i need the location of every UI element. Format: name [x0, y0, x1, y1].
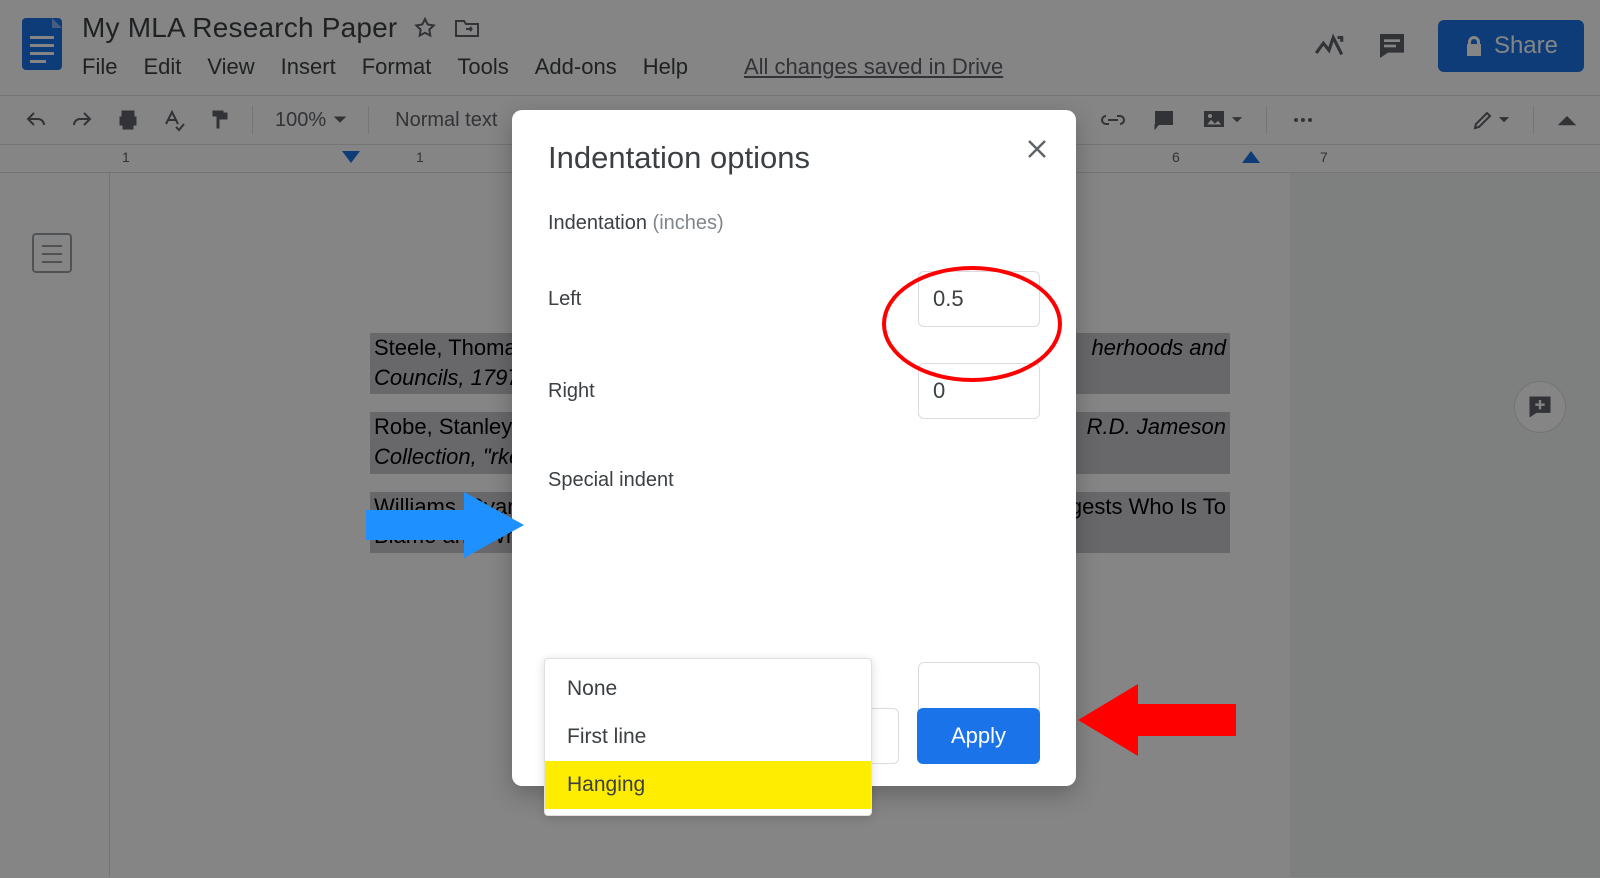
chevron-down-icon	[1499, 115, 1509, 125]
activity-icon[interactable]	[1312, 29, 1346, 63]
insert-link-button[interactable]	[1092, 104, 1134, 136]
chevron-down-icon	[1232, 115, 1242, 125]
menu-format[interactable]: Format	[362, 54, 432, 80]
zoom-value: 100%	[275, 109, 326, 132]
right-indent-marker[interactable]	[1242, 151, 1260, 163]
outline-toggle-icon[interactable]	[32, 233, 72, 273]
spellcheck-button[interactable]	[154, 104, 194, 136]
add-comment-icon	[1526, 393, 1554, 421]
indentation-options-dialog: Indentation options Indentation (inches)…	[512, 110, 1076, 786]
insert-image-button[interactable]	[1194, 104, 1250, 136]
dialog-title: Indentation options	[548, 140, 1040, 176]
special-indent-label: Special indent	[548, 469, 1040, 492]
left-indent-label: Left	[548, 288, 581, 311]
chevron-down-icon	[334, 114, 346, 126]
menu-view[interactable]: View	[207, 54, 254, 80]
close-icon	[1026, 138, 1048, 160]
save-status[interactable]: All changes saved in Drive	[744, 54, 1003, 80]
special-indent-option-firstline[interactable]: First line	[545, 713, 871, 761]
paragraph-style-selector[interactable]: Normal text	[381, 105, 511, 136]
menu-addons[interactable]: Add-ons	[535, 54, 617, 80]
outline-panel	[0, 173, 110, 877]
right-indent-input[interactable]	[918, 363, 1040, 419]
menu-file[interactable]: File	[82, 54, 117, 80]
editing-mode-button[interactable]	[1463, 104, 1517, 136]
apply-button[interactable]: Apply	[917, 708, 1040, 764]
special-indent-option-hanging[interactable]: Hanging	[545, 761, 871, 809]
indentation-section-heading: Indentation (inches)	[548, 212, 1040, 235]
add-comment-button[interactable]	[1514, 381, 1566, 433]
share-button[interactable]: Share	[1438, 20, 1584, 72]
move-icon[interactable]	[453, 16, 481, 40]
left-indent-marker[interactable]	[342, 151, 360, 163]
special-indent-option-none[interactable]: None	[545, 665, 871, 713]
menu-help[interactable]: Help	[643, 54, 688, 80]
ruler-tick: 7	[1320, 149, 1328, 165]
more-button[interactable]	[1283, 104, 1323, 136]
ruler-tick: 1	[416, 149, 424, 165]
comments-icon[interactable]	[1376, 30, 1408, 62]
ruler-tick: 1	[122, 149, 130, 165]
insert-comment-button[interactable]	[1144, 104, 1184, 136]
print-button[interactable]	[108, 104, 148, 136]
menu-edit[interactable]: Edit	[143, 54, 181, 80]
document-title[interactable]: My MLA Research Paper	[82, 12, 397, 44]
redo-button[interactable]	[62, 104, 102, 136]
menu-insert[interactable]: Insert	[281, 54, 336, 80]
close-button[interactable]	[1026, 138, 1048, 160]
special-indent-dropdown[interactable]: None First line Hanging	[544, 658, 872, 816]
docs-logo-icon	[18, 14, 66, 74]
paint-format-button[interactable]	[200, 104, 240, 136]
share-label: Share	[1494, 32, 1558, 60]
undo-button[interactable]	[16, 104, 56, 136]
paragraph-style-value: Normal text	[395, 109, 497, 131]
expand-button[interactable]	[1550, 107, 1584, 133]
ruler-tick: 6	[1172, 149, 1180, 165]
star-icon[interactable]	[413, 16, 437, 40]
menu-tools[interactable]: Tools	[457, 54, 508, 80]
lock-icon	[1464, 35, 1484, 57]
menu-bar: File Edit View Insert Format Tools Add-o…	[82, 54, 1312, 80]
right-indent-label: Right	[548, 380, 595, 403]
zoom-selector[interactable]: 100%	[265, 105, 356, 136]
left-indent-input[interactable]	[918, 271, 1040, 327]
